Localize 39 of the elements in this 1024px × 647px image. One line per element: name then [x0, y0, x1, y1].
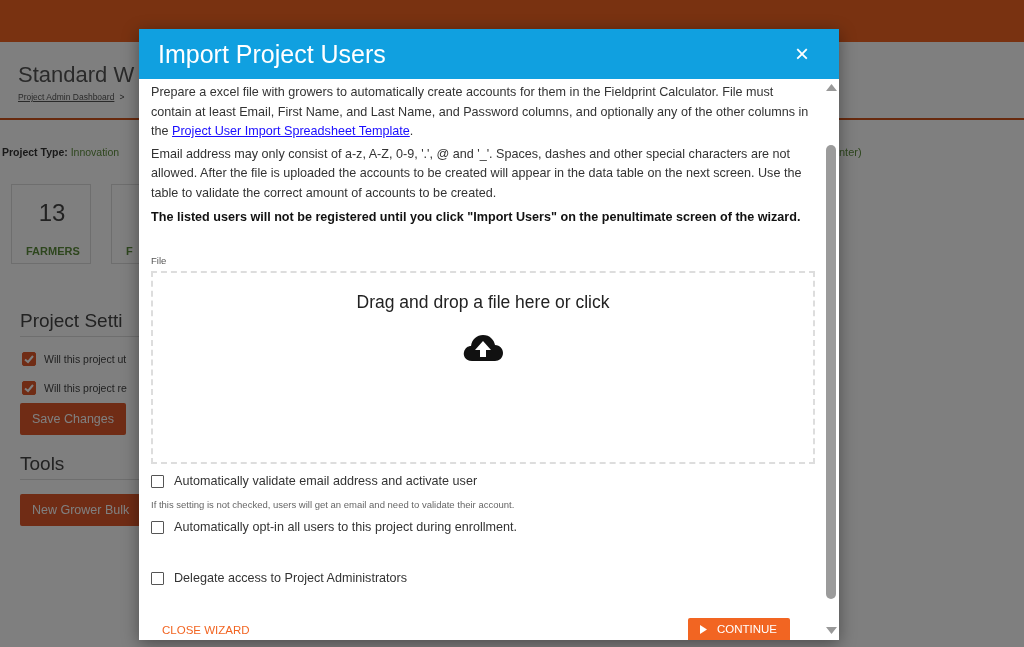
checkbox-label: Delegate access to Project Administrators	[174, 569, 408, 587]
notice-text: The listed users will not be registered until you click "Import Users" on the penultimate screen of the wizard.	[151, 209, 802, 226]
save-changes-button[interactable]: Save Changes	[20, 403, 126, 435]
stat-value: 13	[37, 199, 67, 228]
checkbox-label: Will this project ut	[44, 353, 127, 365]
close-button[interactable]: ×	[791, 42, 813, 66]
instructions-text: Email address may only consist of a-z, A-Z, 0-9, '.', @ and '_'. Spaces, dashes and other special characters are not allowed. After the file is uploaded the accounts to be created will appear in the data table on the next screen. Use the table to validate the correct amount of accounts to be created.	[151, 145, 803, 202]
checkbox[interactable]	[22, 381, 36, 395]
checkbox[interactable]	[22, 352, 36, 366]
drop-zone-text: Drag and drop a file here or click	[356, 292, 610, 312]
section-heading: Project Setti	[20, 310, 123, 332]
bulk-import-button[interactable]: New Grower Bulk	[20, 494, 139, 526]
play-icon	[699, 624, 707, 634]
checkbox[interactable]	[151, 521, 164, 535]
file-drop-zone[interactable]: Drag and drop a file here or click	[151, 270, 815, 464]
dialog-title: Import Project Users	[158, 39, 386, 69]
project-type: Project Type: Innovation	[2, 146, 121, 158]
scrollbar-thumb[interactable]	[826, 145, 836, 599]
continue-button[interactable]: CONTINUE	[687, 618, 790, 640]
hint-text: If this setting is not checked, users will get an email and need to validate their account.	[151, 499, 516, 511]
breadcrumb-link[interactable]: Project Admin Dashboard	[18, 92, 115, 102]
checkbox[interactable]	[151, 474, 164, 488]
stat-label: F	[126, 245, 134, 257]
breadcrumb-separator: >	[119, 92, 125, 102]
section-heading: Tools	[20, 453, 65, 475]
project-info-text: nter)	[839, 145, 862, 160]
instructions-text: Prepare a excel file with growers to automatically create accounts for them in the Fieldprint Calculator. File must contain at least Email, First Name, and Last Name, and Password columns, and optionally any of the other columns in the Project User Import Spreadsheet Template.	[151, 84, 810, 140]
scroll-down-icon[interactable]	[825, 627, 837, 634]
field-label: File	[151, 254, 168, 267]
checkbox-label: Automatically opt-in all users to this project during enrollment.	[174, 519, 517, 536]
scroll-up-icon[interactable]	[825, 84, 837, 91]
checkbox[interactable]	[151, 571, 164, 585]
cloud-upload-icon	[463, 334, 503, 361]
page-title: Standard W	[18, 62, 135, 88]
stat-label: FARMERS	[26, 245, 81, 257]
close-wizard-button[interactable]: CLOSE WIZARD	[162, 624, 250, 640]
checkbox-label: Will this project re	[44, 382, 127, 394]
checkbox-label: Automatically validate email address and activate user	[174, 472, 478, 490]
template-link[interactable]: Project User Import Spreadsheet Template	[172, 124, 410, 138]
